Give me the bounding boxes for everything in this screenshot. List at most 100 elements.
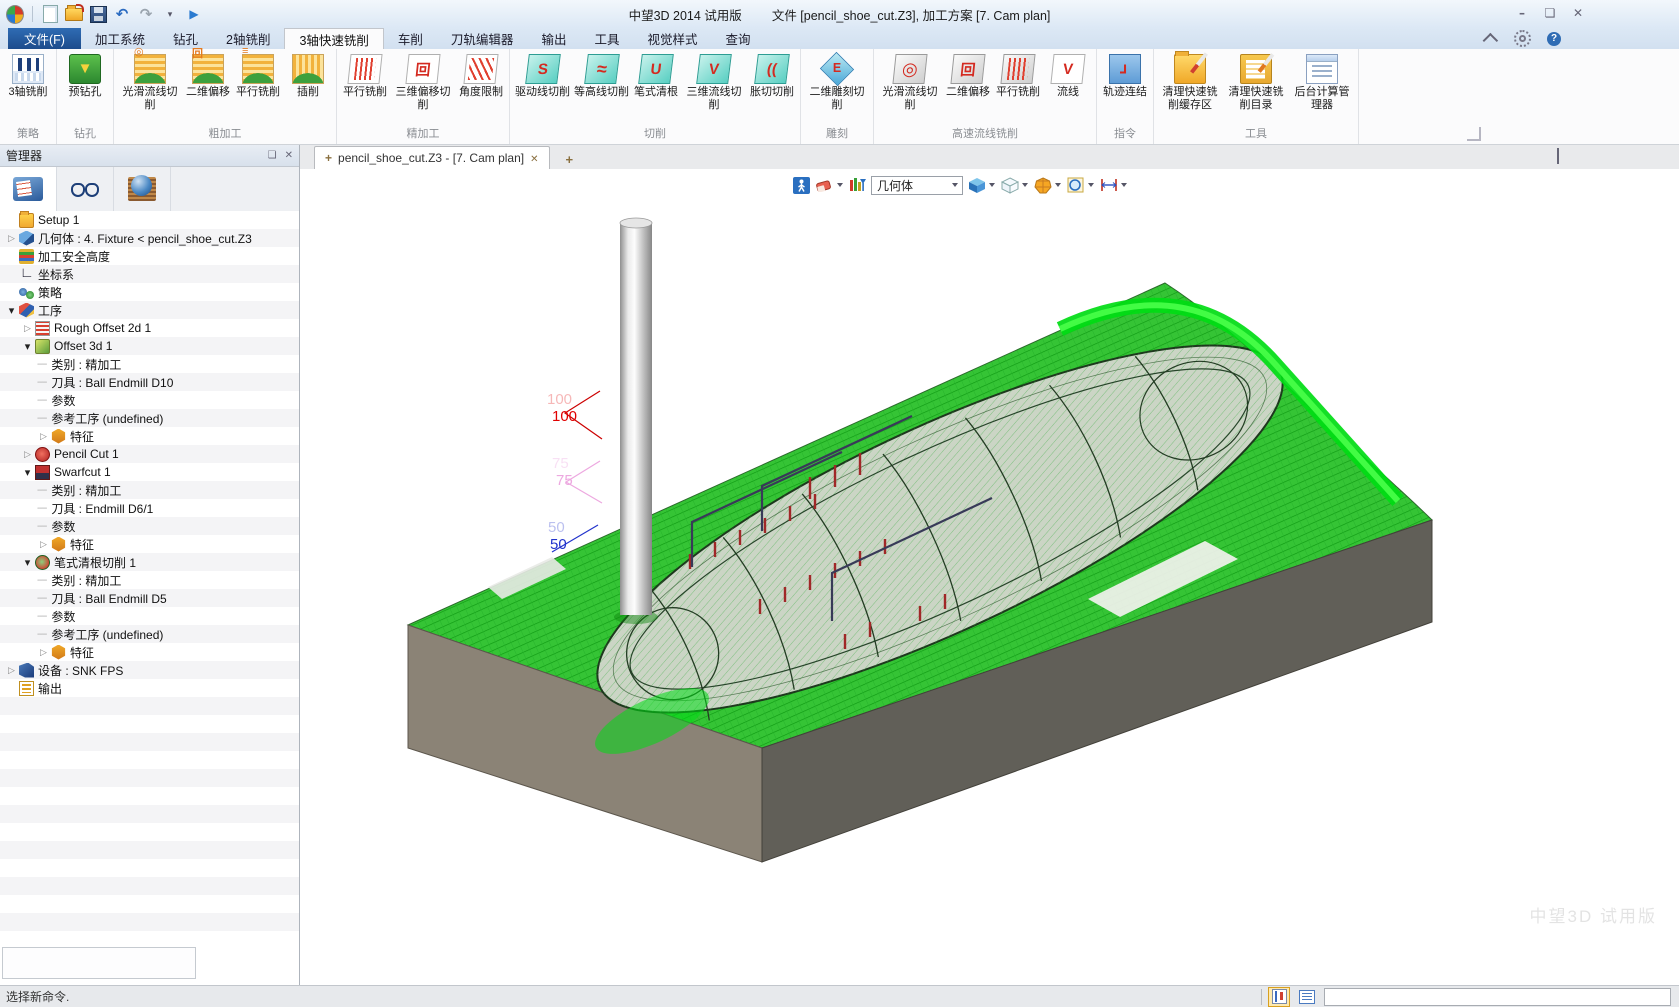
menu-tab-3axis-quick-mill[interactable]: 3轴快速铣削	[284, 28, 383, 49]
expander-collapsed-icon[interactable]	[5, 665, 18, 676]
collapse-ribbon-icon[interactable]	[1483, 33, 1499, 49]
tab-render-manager[interactable]	[114, 167, 171, 211]
expander-collapsed-icon[interactable]	[21, 449, 34, 460]
button-3axis-mill[interactable]: 3轴铣削	[3, 49, 53, 100]
status-readout-field[interactable]	[1324, 988, 1671, 1006]
gear-icon[interactable]	[1514, 30, 1531, 47]
button-toolpath-link[interactable]: 轨迹连结	[1100, 49, 1150, 100]
tabbar-chevron-icon[interactable]	[1557, 148, 1559, 164]
dimension-display-icon[interactable]	[1099, 177, 1128, 193]
tree-item-tool[interactable]: 刀具 : Ball Endmill D5	[0, 589, 299, 607]
pick-filter-icon[interactable]	[848, 176, 867, 194]
button-drive-curve-cut[interactable]: 驱动线切削	[513, 49, 572, 100]
tree-item-clearance[interactable]: 加工安全高度	[0, 247, 299, 265]
button-angle-limit[interactable]: 角度限制	[456, 49, 506, 100]
tree-item-features[interactable]: 特征	[0, 643, 299, 661]
menu-tab-visual-style[interactable]: 视觉样式	[633, 28, 711, 49]
tree-item-class[interactable]: 类别 : 精加工	[0, 571, 299, 589]
tree-item-tool[interactable]: 刀具 : Ball Endmill D10	[0, 373, 299, 391]
tree-item-setup[interactable]: Setup 1	[0, 211, 299, 229]
expander-expanded-icon[interactable]	[5, 304, 18, 317]
undo-icon[interactable]: ↶	[113, 5, 131, 23]
new-file-icon[interactable]	[41, 5, 59, 23]
menu-tab-machining-system[interactable]: 加工系统	[81, 28, 159, 49]
help-icon[interactable]: ?	[1547, 32, 1561, 46]
button-parallel-mill-finish[interactable]: 平行铣削	[340, 49, 390, 100]
tree-item-geometry[interactable]: 几何体 : 4. Fixture < pencil_shoe_cut.Z3	[0, 229, 299, 247]
tree-item-class[interactable]: 类别 : 精加工	[0, 481, 299, 499]
button-hsm-parallel[interactable]: 平行铣削	[993, 49, 1043, 100]
expander-collapsed-icon[interactable]	[21, 323, 34, 334]
tab-close-icon[interactable]	[530, 151, 538, 165]
menu-tab-turning[interactable]: 车削	[384, 28, 437, 49]
tree-item-parameters[interactable]: 参数	[0, 607, 299, 625]
panel-restore-icon[interactable]: ❏	[268, 150, 277, 161]
tree-item-rough-offset[interactable]: Rough Offset 2d 1	[0, 319, 299, 337]
button-offset-2d[interactable]: 二维偏移	[183, 49, 233, 100]
button-zlevel-cut[interactable]: 等高线切削	[572, 49, 631, 100]
quick-access-dropdown-icon[interactable]: ▾	[161, 5, 179, 23]
button-parallel-mill-rough[interactable]: 平行铣削	[233, 49, 283, 100]
dropdown-arrow-icon[interactable]	[1088, 183, 1094, 187]
entity-filter-select[interactable]: 几何体	[871, 176, 963, 195]
open-file-icon[interactable]	[65, 5, 83, 23]
output-log-toggle[interactable]	[1296, 987, 1318, 1007]
expander-expanded-icon[interactable]	[21, 556, 34, 569]
new-tab-button[interactable]: +	[560, 150, 580, 169]
render-mode-icon[interactable]	[1033, 176, 1062, 195]
restore-button[interactable]	[1541, 4, 1559, 22]
dropdown-arrow-icon[interactable]	[1121, 183, 1127, 187]
tree-item-ref-op[interactable]: 参考工序 (undefined)	[0, 409, 299, 427]
walkthrough-icon[interactable]	[792, 176, 811, 195]
menu-tab-file[interactable]: 文件(F)	[8, 28, 81, 49]
button-background-calc-manager[interactable]: 后台计算管理器	[1289, 49, 1355, 113]
button-pre-drill[interactable]: 预钻孔	[60, 49, 110, 100]
tree-item-output[interactable]: 输出	[0, 679, 299, 697]
dropdown-arrow-icon[interactable]	[1055, 183, 1061, 187]
tree-item-pencil-root-cut[interactable]: 笔式清根切削 1	[0, 553, 299, 571]
dropdown-arrow-icon[interactable]	[1022, 183, 1028, 187]
expander-collapsed-icon[interactable]	[37, 647, 50, 658]
menu-tab-output[interactable]: 输出	[527, 28, 580, 49]
redo-icon[interactable]: ↷	[137, 5, 155, 23]
expander-collapsed-icon[interactable]	[37, 539, 50, 550]
button-pencil-cut[interactable]: 笔式清根	[631, 49, 681, 100]
dialog-launcher-icon[interactable]	[1467, 127, 1481, 141]
expander-expanded-icon[interactable]	[21, 466, 34, 479]
save-icon[interactable]	[89, 5, 107, 23]
tree-item-parameters[interactable]: 参数	[0, 517, 299, 535]
play-icon[interactable]: ▶	[185, 5, 203, 23]
button-smooth-flowline-cut[interactable]: 光滑流线切削	[117, 49, 183, 113]
tree-item-pencil-cut[interactable]: Pencil Cut 1	[0, 445, 299, 463]
tab-cam-manager[interactable]	[0, 167, 57, 212]
tree-item-machine[interactable]: 设备 : SNK FPS	[0, 661, 299, 679]
button-flowline-3d-cut[interactable]: 三维流线切削	[681, 49, 747, 113]
expander-expanded-icon[interactable]	[21, 340, 34, 353]
shaded-display-icon[interactable]	[967, 176, 996, 195]
viewport-3d[interactable]: 几何体	[300, 169, 1679, 985]
expander-collapsed-icon[interactable]	[37, 431, 50, 442]
dropdown-arrow-icon[interactable]	[837, 183, 843, 187]
menu-tab-drilling[interactable]: 钻孔	[159, 28, 212, 49]
button-clear-directory[interactable]: 清理快速铣削目录	[1223, 49, 1289, 113]
tree-item-parameters[interactable]: 参数	[0, 391, 299, 409]
tree-item-offset-3d[interactable]: Offset 3d 1	[0, 337, 299, 355]
button-hsm-smooth-flowline[interactable]: 光滑流线切削	[877, 49, 943, 113]
dropdown-arrow-icon[interactable]	[989, 183, 995, 187]
tree-item-features[interactable]: 特征	[0, 427, 299, 445]
button-hsm-flowline[interactable]: 流线	[1043, 49, 1093, 100]
toolpath-display-toggle[interactable]	[1268, 987, 1290, 1007]
panel-close-icon[interactable]: ✕	[285, 150, 293, 161]
app-logo-icon[interactable]	[6, 5, 24, 23]
tree-item-features[interactable]: 特征	[0, 535, 299, 553]
tree-item-ref-op[interactable]: 参考工序 (undefined)	[0, 625, 299, 643]
document-tab[interactable]: pencil_shoe_cut.Z3 - [7. Cam plan]	[314, 146, 550, 169]
tab-visual-manager[interactable]	[57, 167, 114, 211]
button-clear-cache[interactable]: 清理快速铣削缓存区	[1157, 49, 1223, 113]
menu-tab-toolpath-editor[interactable]: 刀轨编辑器	[437, 28, 528, 49]
button-plunge-cut[interactable]: 插削	[283, 49, 333, 100]
button-hsm-offset-2d[interactable]: 二维偏移	[943, 49, 993, 100]
button-engrave-2d-cut[interactable]: 二维雕刻切削	[804, 49, 870, 113]
erase-blank-icon[interactable]	[815, 177, 844, 193]
tree-item-swarfcut[interactable]: Swarfcut 1	[0, 463, 299, 481]
